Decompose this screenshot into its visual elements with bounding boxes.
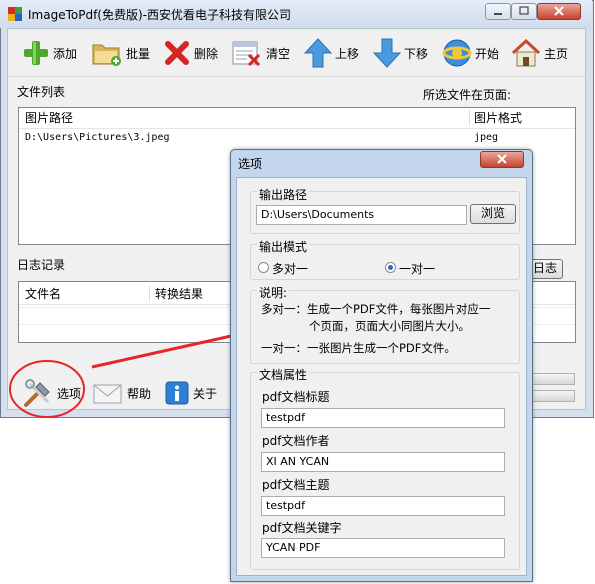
- pdf-title-label: pdf文档标题: [262, 390, 330, 404]
- output-path-group-label: 输出路径: [257, 186, 310, 203]
- pdf-keywords-input[interactable]: YCAN PDF: [261, 538, 505, 558]
- pdf-subject-input[interactable]: testpdf: [261, 496, 505, 516]
- dialog-title: 选项: [238, 157, 263, 171]
- pdf-author-input[interactable]: XI AN YCAN: [261, 452, 505, 472]
- pdf-keywords-label: pdf文档关键字: [262, 521, 342, 535]
- dialog-close-button[interactable]: [480, 151, 524, 168]
- output-mode-group-label: 输出模式: [257, 238, 310, 255]
- radio-one-to-one[interactable]: 一对一: [385, 260, 465, 276]
- radio-many-to-one[interactable]: 多对一: [258, 260, 338, 276]
- description-line-1: 多对一：生成一个PDF文件，每张图片对应一: [261, 302, 491, 316]
- radio-many-to-one-circle[interactable]: [258, 262, 269, 273]
- pdf-author-label: pdf文档作者: [262, 434, 330, 448]
- doc-props-group-label: 文档属性: [257, 366, 310, 383]
- pdf-title-input[interactable]: testpdf: [261, 408, 505, 428]
- radio-one-to-one-circle[interactable]: [385, 262, 396, 273]
- browse-button[interactable]: 浏览: [470, 204, 516, 224]
- annotation-circle: [9, 360, 85, 418]
- description-line-3: 一对一：一张图片生成一个PDF文件。: [261, 341, 456, 355]
- description-line-2: 个页面，页面大小同图片大小。: [309, 319, 470, 333]
- output-path-input[interactable]: D:\Users\Documents: [256, 205, 467, 225]
- description-group-label: 说明:: [257, 284, 290, 301]
- pdf-subject-label: pdf文档主题: [262, 478, 330, 492]
